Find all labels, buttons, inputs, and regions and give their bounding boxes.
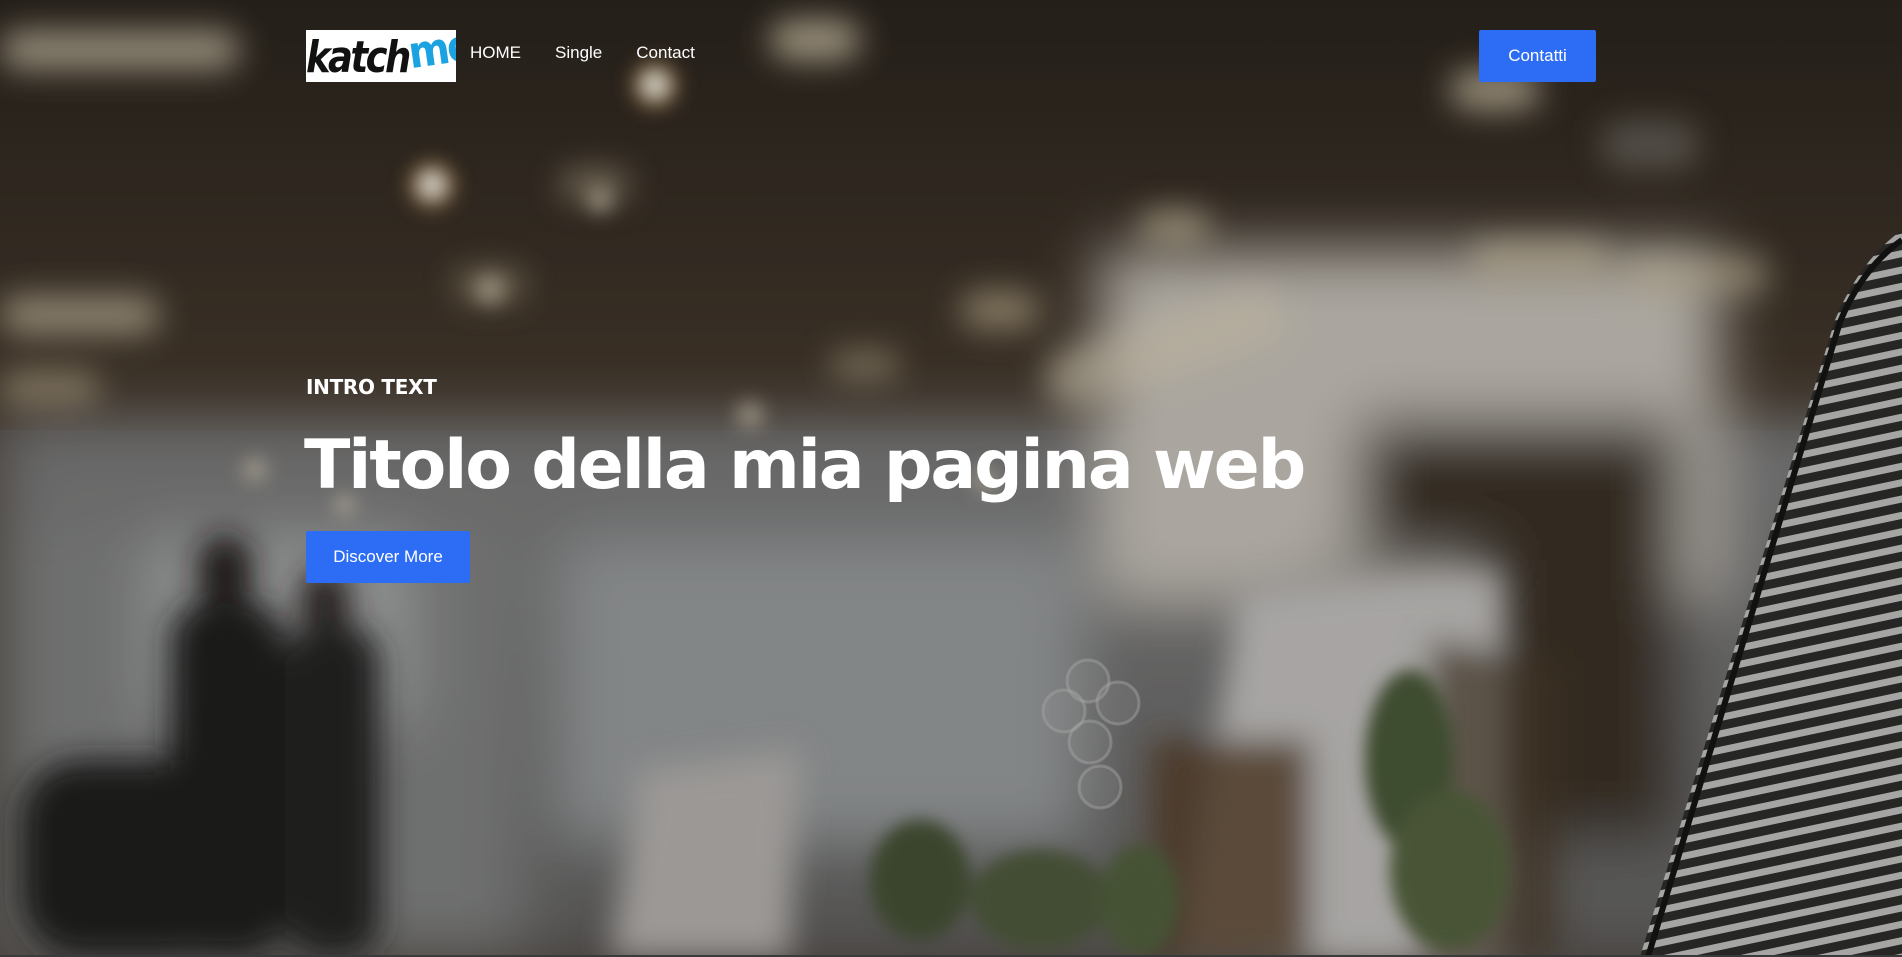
hero-section: katch me HOME Single Contact Contatti IN… bbox=[0, 0, 1902, 957]
nav-link-home[interactable]: HOME bbox=[470, 40, 521, 66]
nav-link-single[interactable]: Single bbox=[555, 40, 602, 66]
nav-link-contact[interactable]: Contact bbox=[636, 40, 695, 66]
contatti-button[interactable]: Contatti bbox=[1479, 30, 1596, 82]
intro-text: INTRO TEXT bbox=[306, 375, 437, 399]
discover-more-button[interactable]: Discover More bbox=[306, 531, 470, 583]
logo-text-katch: katch bbox=[306, 32, 411, 82]
logo-text-me: me bbox=[405, 30, 456, 80]
site-logo[interactable]: katch me bbox=[306, 30, 456, 82]
hero-title: Titolo della mia pagina web bbox=[304, 426, 1306, 505]
main-nav: HOME Single Contact bbox=[470, 40, 695, 66]
